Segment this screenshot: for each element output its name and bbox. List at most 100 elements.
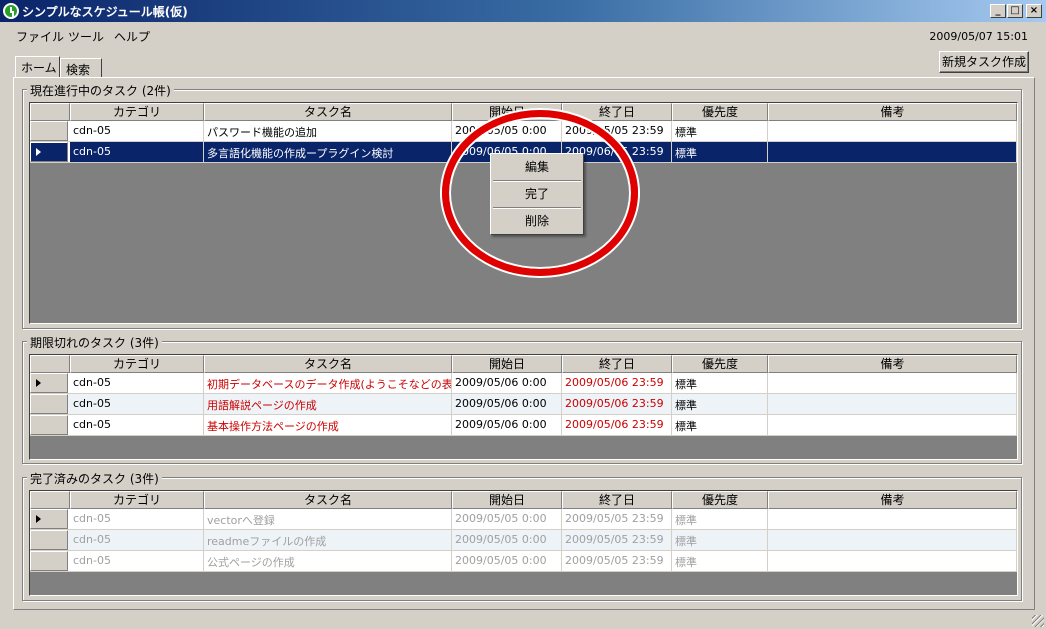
cell-priority: 標準 bbox=[672, 121, 768, 141]
cell-priority: 標準 bbox=[672, 373, 768, 393]
cell-task: 基本操作方法ページの作成 bbox=[204, 415, 452, 435]
context-menu-complete[interactable]: 完了 bbox=[493, 182, 581, 206]
completed-tasks-grid[interactable]: カテゴリ タスク名 開始日 終了日 優先度 備考 cdn-05 vectorへ登… bbox=[29, 490, 1018, 596]
cell-note bbox=[768, 394, 1017, 414]
cell-end: 2009/05/06 23:59 bbox=[562, 394, 672, 414]
cell-end: 2009/05/05 23:59 bbox=[562, 551, 672, 571]
cell-category: cdn-05 bbox=[70, 373, 204, 393]
tab-search[interactable]: 検索 bbox=[60, 58, 102, 78]
column-header-end[interactable]: 終了日 bbox=[562, 103, 672, 121]
header-corner bbox=[30, 355, 70, 373]
cell-end: 2009/05/05 23:59 bbox=[562, 121, 672, 141]
row-header[interactable] bbox=[30, 121, 68, 141]
column-header-task[interactable]: タスク名 bbox=[204, 355, 452, 373]
row-header[interactable] bbox=[30, 509, 68, 529]
table-row[interactable]: cdn-05 vectorへ登録 2009/05/05 0:00 2009/05… bbox=[30, 509, 1017, 530]
column-header-note[interactable]: 備考 bbox=[768, 103, 1017, 121]
cell-note bbox=[768, 142, 1017, 162]
overdue-tasks-grid[interactable]: カテゴリ タスク名 開始日 終了日 優先度 備考 cdn-05 初期データベース… bbox=[29, 354, 1018, 460]
grid-header: カテゴリ タスク名 開始日 終了日 優先度 備考 bbox=[30, 355, 1017, 373]
cell-task: 初期データベースのデータ作成(ようこそなどの表示... bbox=[204, 373, 452, 393]
cell-category: cdn-05 bbox=[70, 394, 204, 414]
cell-note bbox=[768, 415, 1017, 435]
new-task-button[interactable]: 新規タスク作成 bbox=[939, 51, 1029, 73]
maximize-button[interactable]: □ bbox=[1007, 4, 1023, 18]
overdue-tasks-title: 期限切れのタスク (3件) bbox=[27, 334, 162, 351]
cell-end: 2009/05/06 23:59 bbox=[562, 415, 672, 435]
cell-priority: 標準 bbox=[672, 394, 768, 414]
menu-help[interactable]: ヘルプ bbox=[114, 28, 150, 45]
minimize-button[interactable]: _ bbox=[990, 4, 1006, 18]
context-menu-edit[interactable]: 編集 bbox=[493, 155, 581, 179]
row-header[interactable] bbox=[30, 394, 68, 414]
column-header-start[interactable]: 開始日 bbox=[452, 103, 562, 121]
current-row-arrow-icon bbox=[36, 379, 41, 387]
context-menu-delete[interactable]: 削除 bbox=[493, 209, 581, 233]
cell-priority: 標準 bbox=[672, 509, 768, 529]
cell-category: cdn-05 bbox=[70, 509, 204, 529]
row-header[interactable] bbox=[30, 551, 68, 571]
cell-category: cdn-05 bbox=[70, 530, 204, 550]
window-title: シンプルなスケジュール帳(仮) bbox=[22, 5, 188, 19]
grid-header: カテゴリ タスク名 開始日 終了日 優先度 備考 bbox=[30, 103, 1017, 121]
cell-note bbox=[768, 373, 1017, 393]
menu-bar: ファイル ツール ヘルプ 2009/05/07 15:01 bbox=[0, 22, 1046, 48]
column-header-category[interactable]: カテゴリ bbox=[70, 491, 204, 509]
row-header[interactable] bbox=[30, 142, 68, 162]
cell-category: cdn-05 bbox=[70, 121, 204, 141]
current-row-arrow-icon bbox=[36, 148, 41, 156]
cell-task: 多言語化機能の作成ープラグイン検討 bbox=[204, 142, 452, 162]
column-header-priority[interactable]: 優先度 bbox=[672, 491, 768, 509]
column-header-priority[interactable]: 優先度 bbox=[672, 355, 768, 373]
menu-tools[interactable]: ツール bbox=[68, 28, 104, 45]
column-header-category[interactable]: カテゴリ bbox=[70, 355, 204, 373]
table-row[interactable]: cdn-05 基本操作方法ページの作成 2009/05/06 0:00 2009… bbox=[30, 415, 1017, 436]
table-row[interactable]: cdn-05 公式ページの作成 2009/05/05 0:00 2009/05/… bbox=[30, 551, 1017, 572]
cell-priority: 標準 bbox=[672, 415, 768, 435]
cell-note bbox=[768, 530, 1017, 550]
cell-priority: 標準 bbox=[672, 551, 768, 571]
current-datetime: 2009/05/07 15:01 bbox=[929, 30, 1028, 43]
table-row[interactable]: cdn-05 初期データベースのデータ作成(ようこそなどの表示... 2009/… bbox=[30, 373, 1017, 394]
column-header-task[interactable]: タスク名 bbox=[204, 103, 452, 121]
table-row[interactable]: cdn-05 用語解説ページの作成 2009/05/06 0:00 2009/0… bbox=[30, 394, 1017, 415]
row-header[interactable] bbox=[30, 373, 68, 393]
cell-start: 2009/05/05 0:00 bbox=[452, 551, 562, 571]
column-header-end[interactable]: 終了日 bbox=[562, 491, 672, 509]
cell-task: 公式ページの作成 bbox=[204, 551, 452, 571]
column-header-note[interactable]: 備考 bbox=[768, 491, 1017, 509]
cell-category: cdn-05 bbox=[70, 551, 204, 571]
cell-start: 2009/05/06 0:00 bbox=[452, 394, 562, 414]
column-header-end[interactable]: 終了日 bbox=[562, 355, 672, 373]
current-tasks-title: 現在進行中のタスク (2件) bbox=[27, 82, 174, 99]
column-header-priority[interactable]: 優先度 bbox=[672, 103, 768, 121]
completed-tasks-title: 完了済みのタスク (3件) bbox=[27, 470, 162, 487]
column-header-category[interactable]: カテゴリ bbox=[70, 103, 204, 121]
cell-note bbox=[768, 121, 1017, 141]
cell-task: vectorへ登録 bbox=[204, 509, 452, 529]
cell-priority: 標準 bbox=[672, 530, 768, 550]
menu-file[interactable]: ファイル bbox=[16, 28, 64, 45]
column-header-note[interactable]: 備考 bbox=[768, 355, 1017, 373]
cell-start: 2009/05/05 0:00 bbox=[452, 121, 562, 141]
tab-home[interactable]: ホーム bbox=[15, 56, 60, 78]
cell-task: パスワード機能の追加 bbox=[204, 121, 452, 141]
column-header-start[interactable]: 開始日 bbox=[452, 491, 562, 509]
column-header-start[interactable]: 開始日 bbox=[452, 355, 562, 373]
grid-header: カテゴリ タスク名 開始日 終了日 優先度 備考 bbox=[30, 491, 1017, 509]
cell-priority: 標準 bbox=[672, 142, 768, 162]
table-row[interactable]: cdn-05 readmeファイルの作成 2009/05/05 0:00 200… bbox=[30, 530, 1017, 551]
cell-category: cdn-05 bbox=[70, 142, 204, 162]
row-header[interactable] bbox=[30, 415, 68, 435]
resize-grip-icon[interactable] bbox=[1032, 615, 1044, 627]
row-header[interactable] bbox=[30, 530, 68, 550]
close-button[interactable]: × bbox=[1026, 4, 1042, 18]
clock-icon bbox=[3, 3, 19, 19]
column-header-task[interactable]: タスク名 bbox=[204, 491, 452, 509]
cell-start: 2009/05/06 0:00 bbox=[452, 415, 562, 435]
cell-start: 2009/05/06 0:00 bbox=[452, 373, 562, 393]
table-row[interactable]: cdn-05 パスワード機能の追加 2009/05/05 0:00 2009/0… bbox=[30, 121, 1017, 142]
cell-note bbox=[768, 509, 1017, 529]
cell-end: 2009/05/05 23:59 bbox=[562, 509, 672, 529]
cell-task: readmeファイルの作成 bbox=[204, 530, 452, 550]
